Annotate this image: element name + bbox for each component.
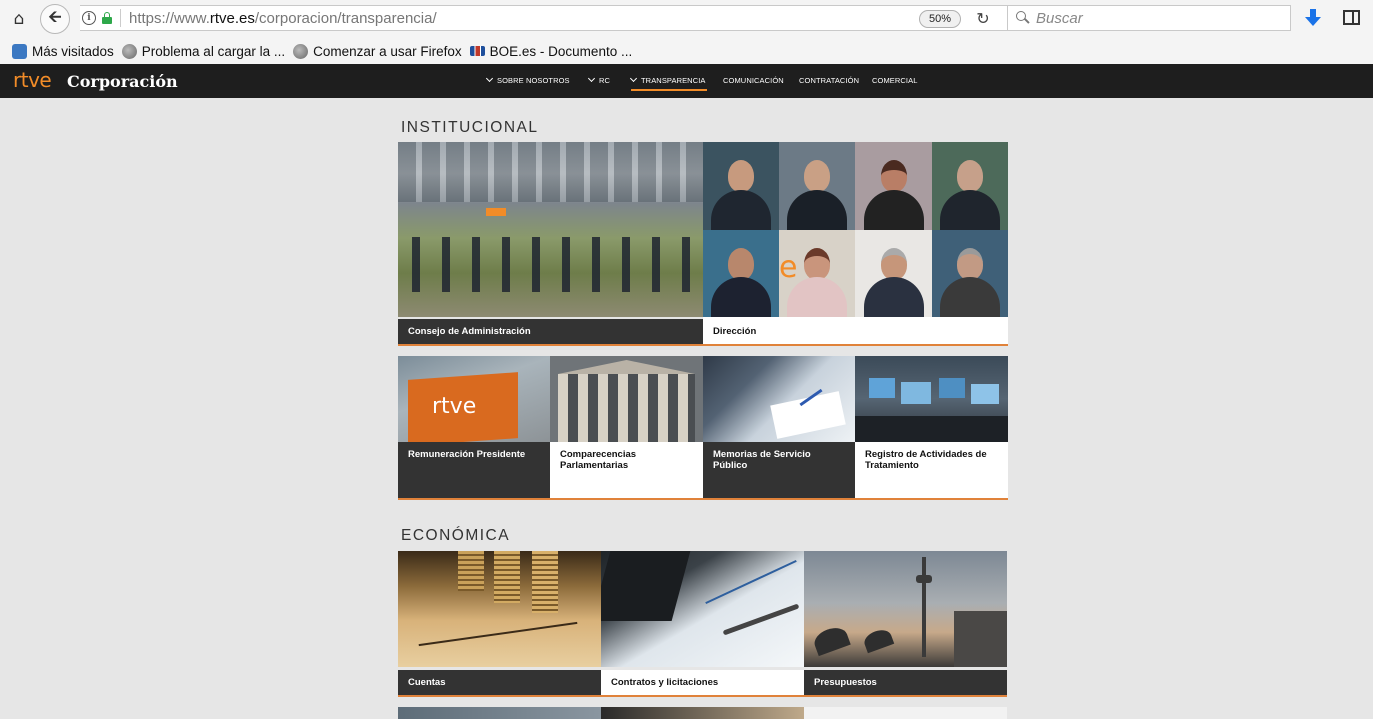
portrait-photo: e bbox=[779, 230, 855, 317]
portrait-photo bbox=[855, 230, 932, 317]
tile-contratos-licitaciones[interactable]: Contratos y licitaciones bbox=[601, 551, 804, 697]
portrait-photo bbox=[703, 230, 779, 317]
nav-comunicacion[interactable]: COMUNICACIÓN bbox=[723, 76, 784, 85]
tile-remuneracion-presidente[interactable]: rtve Remuneración Presidente bbox=[398, 356, 550, 500]
back-arrow-icon: 🡨 bbox=[48, 6, 62, 26]
home-icon[interactable]: ⌂ bbox=[6, 6, 32, 32]
consejo-photo bbox=[398, 142, 703, 317]
partial-tile[interactable] bbox=[601, 707, 804, 719]
globe-icon bbox=[293, 43, 309, 59]
portrait-photo bbox=[932, 142, 1008, 230]
tile-caption: Consejo de Administración bbox=[398, 319, 703, 346]
search-icon bbox=[1016, 11, 1030, 25]
tile-caption: Dirección bbox=[703, 319, 1008, 346]
tile-caption: Remuneración Presidente bbox=[398, 442, 550, 500]
tile-caption: Cuentas bbox=[398, 670, 601, 697]
congreso-photo bbox=[550, 356, 703, 442]
tile-caption: Registro de Actividades de Tratamiento bbox=[855, 442, 1008, 500]
zoom-indicator[interactable]: 50% bbox=[919, 10, 962, 28]
sidebar-toggle-icon[interactable] bbox=[1343, 10, 1360, 25]
browser-toolbar: ⌂ 🡨 i https://www.rtve.es/corporacion/tr… bbox=[0, 0, 1373, 38]
nav-active-indicator bbox=[631, 89, 707, 91]
antennas-photo bbox=[804, 551, 1007, 667]
tile-memorias-servicio[interactable]: Memorias de Servicio Público bbox=[703, 356, 855, 500]
tile-cuentas[interactable]: Cuentas bbox=[398, 551, 601, 697]
bookmark-label: BOE.es - Documento ... bbox=[489, 43, 633, 59]
document-signing-photo bbox=[703, 356, 855, 442]
control-room-photo bbox=[855, 356, 1008, 442]
partial-tile[interactable] bbox=[398, 707, 601, 719]
url-bar[interactable]: i https://www.rtve.es/corporacion/transp… bbox=[80, 5, 1009, 31]
lock-icon[interactable] bbox=[102, 12, 112, 24]
brand-title[interactable]: Corporación bbox=[67, 72, 178, 91]
tile-comparecencias[interactable]: Comparecencias Parlamentarias bbox=[550, 356, 703, 500]
info-icon[interactable]: i bbox=[82, 11, 96, 25]
calculator-pen-photo bbox=[601, 551, 804, 667]
tile-caption: Presupuestos bbox=[804, 670, 1007, 697]
section-title-institucional: INSTITUCIONAL bbox=[401, 119, 539, 136]
portrait-photo bbox=[932, 230, 1008, 317]
coins-chart-photo bbox=[398, 551, 601, 667]
nav-sobre-nosotros[interactable]: SOBRE NOSOTROS bbox=[485, 74, 570, 85]
chevron-down-icon bbox=[629, 74, 638, 83]
search-placeholder: Buscar bbox=[1036, 9, 1083, 27]
bookmark-label: Problema al cargar la ... bbox=[141, 43, 286, 59]
nav-transparencia[interactable]: TRANSPARENCIA bbox=[629, 74, 706, 85]
tile-caption: Comparecencias Parlamentarias bbox=[550, 442, 703, 500]
tile-consejo-administracion[interactable]: Consejo de Administración bbox=[398, 142, 703, 346]
bookmark-boe[interactable]: BOE.es - Documento ... bbox=[469, 43, 633, 59]
nav-comercial[interactable]: COMERCIAL bbox=[872, 76, 918, 85]
reload-icon[interactable]: ↻ bbox=[973, 9, 993, 29]
section-title-economica: ECONÓMICA bbox=[401, 527, 511, 544]
rtve-logo[interactable]: rtve bbox=[13, 68, 52, 92]
url-text[interactable]: https://www.rtve.es/corporacion/transpar… bbox=[129, 10, 437, 27]
tile-caption: Memorias de Servicio Público bbox=[703, 442, 855, 500]
partial-tile[interactable] bbox=[804, 707, 1007, 719]
download-icon[interactable] bbox=[1304, 9, 1322, 29]
bookmark-problem-loading[interactable]: Problema al cargar la ... bbox=[121, 43, 286, 59]
portrait-photo bbox=[855, 142, 932, 230]
tile-registro-actividades[interactable]: Registro de Actividades de Tratamiento bbox=[855, 356, 1008, 500]
bookmarks-bar: Más visitados Problema al cargar la ... … bbox=[0, 38, 1373, 64]
boe-icon bbox=[469, 46, 485, 56]
portrait-photo bbox=[703, 142, 779, 230]
tile-presupuestos[interactable]: Presupuestos bbox=[804, 551, 1007, 697]
chevron-down-icon bbox=[485, 74, 494, 83]
portrait-photo bbox=[779, 142, 855, 230]
nav-contratacion[interactable]: CONTRATACIÓN bbox=[799, 76, 859, 85]
bookmark-firefox[interactable]: Comenzar a usar Firefox bbox=[293, 43, 462, 59]
back-button[interactable]: 🡨 bbox=[40, 4, 70, 34]
bookmark-label: Más visitados bbox=[32, 43, 114, 59]
globe-icon bbox=[121, 43, 137, 59]
chevron-down-icon bbox=[587, 74, 596, 83]
nav-rc[interactable]: RC bbox=[587, 74, 610, 85]
bookmark-most-visited[interactable]: Más visitados bbox=[12, 43, 114, 59]
most-visited-icon bbox=[12, 43, 27, 59]
site-nav: rtve Corporación SOBRE NOSOTROS RC TRANS… bbox=[0, 64, 1373, 98]
bookmark-label: Comenzar a usar Firefox bbox=[313, 43, 462, 59]
tile-caption: Contratos y licitaciones bbox=[601, 670, 804, 697]
tile-direccion[interactable]: e Dirección bbox=[703, 142, 1008, 346]
search-input[interactable]: Buscar bbox=[1007, 5, 1291, 31]
rtve-sign-photo: rtve bbox=[398, 356, 550, 446]
